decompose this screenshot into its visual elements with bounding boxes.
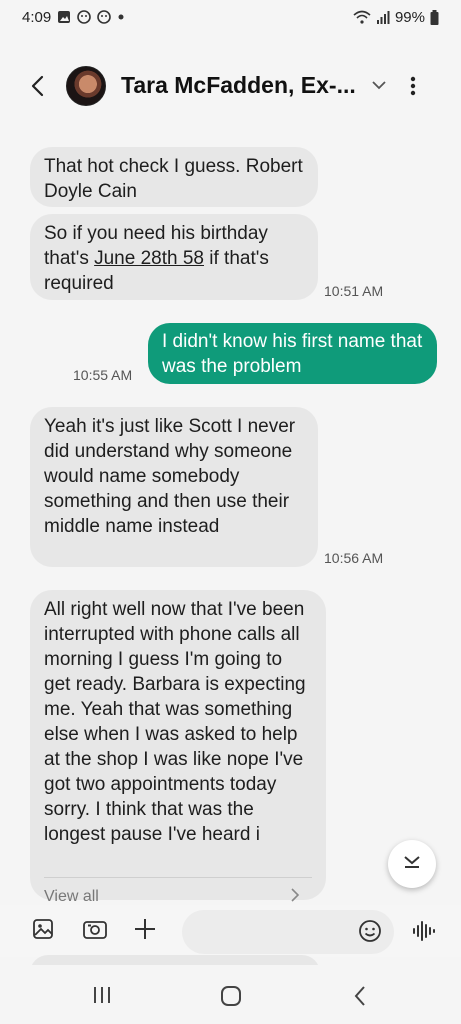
gallery-icon[interactable] — [31, 917, 55, 946]
camera-icon[interactable] — [82, 917, 108, 946]
message-text: All right well now that I've been interr… — [44, 599, 306, 845]
message-bubble-outgoing[interactable]: I didn't know his first name that was th… — [148, 323, 437, 384]
message-bubble-incoming[interactable]: Yeah it's just like Scott I never did un… — [30, 407, 318, 567]
chevron-down-icon[interactable] — [371, 78, 387, 96]
voice-wave-icon[interactable] — [412, 919, 436, 948]
date-link[interactable]: June 28th 58 — [94, 248, 204, 269]
back-nav-icon[interactable] — [353, 985, 367, 1012]
wifi-icon — [353, 10, 371, 24]
message-timestamp: 10:51 AM — [324, 283, 384, 299]
home-nav-icon[interactable] — [220, 985, 242, 1012]
message-text: That hot check I guess. Robert Doyle Cai… — [44, 156, 303, 202]
message-bubble-incoming[interactable]: That hot check I guess. Robert Doyle Cai… — [30, 147, 318, 207]
notification-face-icon — [77, 10, 92, 24]
more-notifications-dot-icon — [117, 13, 125, 21]
message-text: I didn't know his first name that was th… — [162, 331, 423, 377]
contact-name[interactable]: Tara McFadden, Ex-... — [121, 72, 356, 99]
plus-icon[interactable] — [133, 917, 157, 946]
message-text: Yeah it's just like Scott I never did un… — [44, 416, 296, 537]
scroll-down-button[interactable] — [388, 840, 436, 888]
status-bar: 4:09 99% — [0, 0, 461, 34]
battery-icon — [430, 9, 439, 25]
system-nav-bar — [0, 965, 461, 1024]
message-bubble-incoming[interactable]: So if you need his birthday that's June … — [30, 214, 318, 300]
conversation-header: Tara McFadden, Ex-... — [0, 56, 461, 116]
battery-percent: 99% — [394, 8, 425, 26]
emoji-icon[interactable] — [358, 919, 382, 948]
status-time: 4:09 — [22, 8, 52, 26]
message-timestamp: 10:56 AM — [324, 550, 384, 566]
more-vert-icon[interactable] — [410, 74, 416, 103]
message-bubble-incoming-long[interactable]: All right well now that I've been interr… — [30, 590, 326, 900]
scroll-down-icon — [402, 855, 422, 874]
view-all-link[interactable]: View all — [44, 877, 312, 906]
compose-bar — [0, 905, 461, 957]
back-arrow-icon[interactable] — [26, 74, 50, 98]
notification-face-icon-2 — [97, 10, 112, 24]
contact-avatar[interactable] — [66, 66, 106, 106]
message-timestamp: 10:55 AM — [73, 367, 133, 383]
gallery-notification-icon — [57, 10, 71, 24]
signal-icon — [376, 10, 390, 24]
recents-nav-icon[interactable] — [92, 985, 112, 1010]
